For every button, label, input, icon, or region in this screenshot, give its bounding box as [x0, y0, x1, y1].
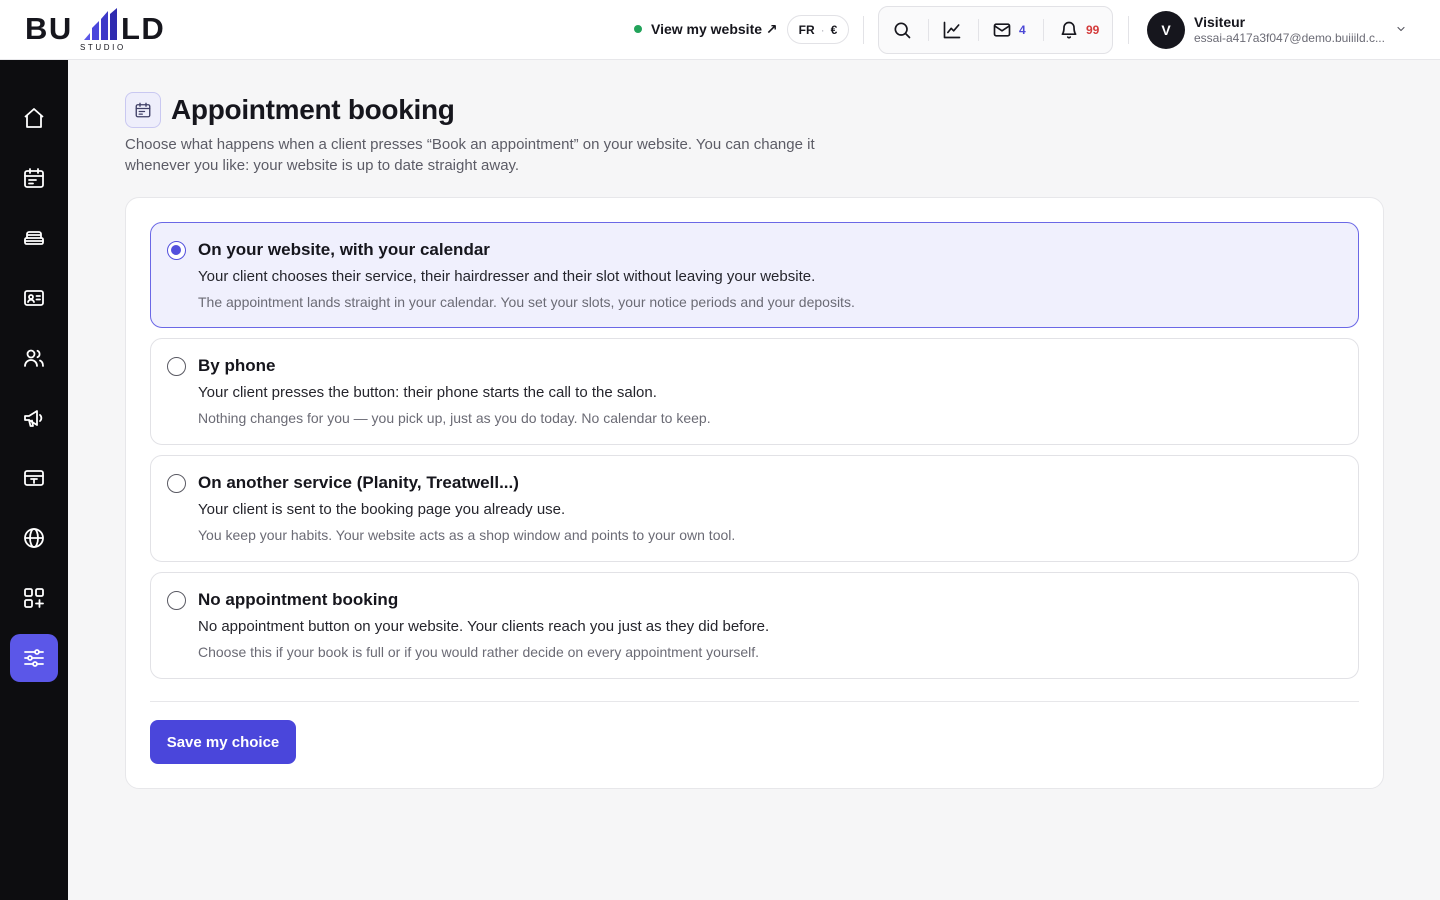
page-title: Appointment booking: [171, 94, 455, 125]
currency-symbol: €: [830, 22, 838, 37]
radio-button[interactable]: [167, 241, 186, 260]
user-menu[interactable]: V Visiteur essai-a417a3f047@demo.buiiild…: [1147, 11, 1417, 49]
users-icon: [24, 349, 44, 367]
contact-card-icon: [24, 290, 44, 306]
sidebar-item-website[interactable]: [10, 514, 58, 562]
page-icon: [125, 92, 161, 128]
option-title: On your website, with your calendar: [198, 240, 490, 259]
bell-icon: [1061, 21, 1077, 39]
radio-button[interactable]: [167, 591, 186, 610]
option-description: Your client presses the button: their ph…: [198, 384, 657, 401]
option-title: By phone: [198, 356, 276, 375]
apps-add-icon: [24, 588, 44, 608]
language-currency-selector[interactable]: FR · €: [787, 15, 849, 44]
mail-icon: [993, 23, 1011, 37]
option-title: On another service (Planity, Treatwell..…: [198, 473, 519, 492]
sidebar-item-contacts[interactable]: [10, 274, 58, 322]
sidebar: [0, 60, 68, 900]
brand-logo[interactable]: BU LD STUDIO: [25, 8, 185, 54]
option-title: No appointment booking: [198, 590, 399, 609]
svg-text:LD: LD: [121, 11, 165, 46]
payment-card-icon: [24, 470, 44, 486]
mail-count: 4: [1019, 23, 1026, 37]
sidebar-item-services[interactable]: [10, 214, 58, 262]
messages-button[interactable]: 4: [992, 7, 1026, 53]
view-website-label: View my website ↗: [651, 20, 778, 37]
booking-options-card: On your website, with your calendar Your…: [125, 197, 1384, 789]
chevron-down-icon: [1397, 26, 1405, 32]
svg-text:STUDIO: STUDIO: [80, 43, 126, 52]
toolbar-divider: [978, 19, 979, 41]
option-note: The appointment lands straight in your c…: [198, 294, 855, 310]
user-name: Visiteur: [1194, 14, 1246, 30]
sidebar-item-settings[interactable]: [10, 634, 58, 682]
option-note: You keep your habits. Your website acts …: [198, 527, 736, 543]
page-description: Choose what happens when a client presse…: [125, 136, 815, 174]
notification-count: 99: [1086, 23, 1100, 37]
option-note: Choose this if your book is full or if y…: [198, 644, 760, 660]
statistics-button[interactable]: [942, 7, 962, 53]
option-description: No appointment button on your website. Y…: [198, 618, 770, 635]
pill-separator: ·: [820, 22, 825, 37]
chart-line-icon: [943, 21, 961, 39]
top-bar: BU LD STUDIO View my website ↗ FR · € 4 …: [0, 0, 1440, 60]
calendar-icon: [135, 102, 151, 118]
search-icon: [894, 22, 911, 39]
radio-button[interactable]: [167, 357, 186, 376]
sidebar-item-home[interactable]: [10, 94, 58, 142]
home-icon: [24, 108, 44, 128]
option-description: Your client chooses their service, their…: [198, 268, 816, 285]
header-divider: [1128, 16, 1129, 44]
header-toolbar: 4 99: [878, 6, 1113, 54]
option-description: Your client is sent to the booking page …: [198, 501, 566, 518]
globe-icon: [24, 528, 44, 548]
view-website-link[interactable]: View my website ↗: [634, 19, 778, 39]
sidebar-item-apps[interactable]: [10, 574, 58, 622]
option-by-phone[interactable]: By phone Your client presses the button:…: [150, 338, 1359, 445]
avatar: V: [1147, 11, 1185, 49]
calendar-icon: [24, 168, 44, 188]
header-divider: [863, 16, 864, 44]
option-website-calendar[interactable]: On your website, with your calendar Your…: [150, 222, 1359, 328]
search-button[interactable]: [892, 7, 912, 53]
megaphone-icon: [24, 410, 43, 427]
sidebar-item-calendar[interactable]: [10, 154, 58, 202]
online-status-dot: [634, 25, 642, 33]
language-code: FR: [798, 22, 815, 37]
notifications-button[interactable]: 99: [1059, 7, 1099, 53]
sidebar-item-marketing[interactable]: [10, 394, 58, 442]
sliders-icon: [24, 649, 44, 667]
toolbar-divider: [928, 19, 929, 41]
sidebar-item-clients[interactable]: [10, 334, 58, 382]
toolbar-divider: [1043, 19, 1044, 41]
sidebar-item-payments[interactable]: [10, 454, 58, 502]
option-note: Nothing changes for you — you pick up, j…: [198, 410, 711, 426]
option-another-service[interactable]: On another service (Planity, Treatwell..…: [150, 455, 1359, 562]
divider: [150, 701, 1359, 702]
option-no-booking[interactable]: No appointment booking No appointment bu…: [150, 572, 1359, 679]
save-choice-button[interactable]: Save my choice: [150, 720, 296, 764]
radio-button[interactable]: [167, 474, 186, 493]
services-icon: [24, 231, 44, 245]
user-email: essai-a417a3f047@demo.buiiild.c...: [1194, 31, 1385, 45]
svg-text:BU: BU: [25, 11, 73, 46]
